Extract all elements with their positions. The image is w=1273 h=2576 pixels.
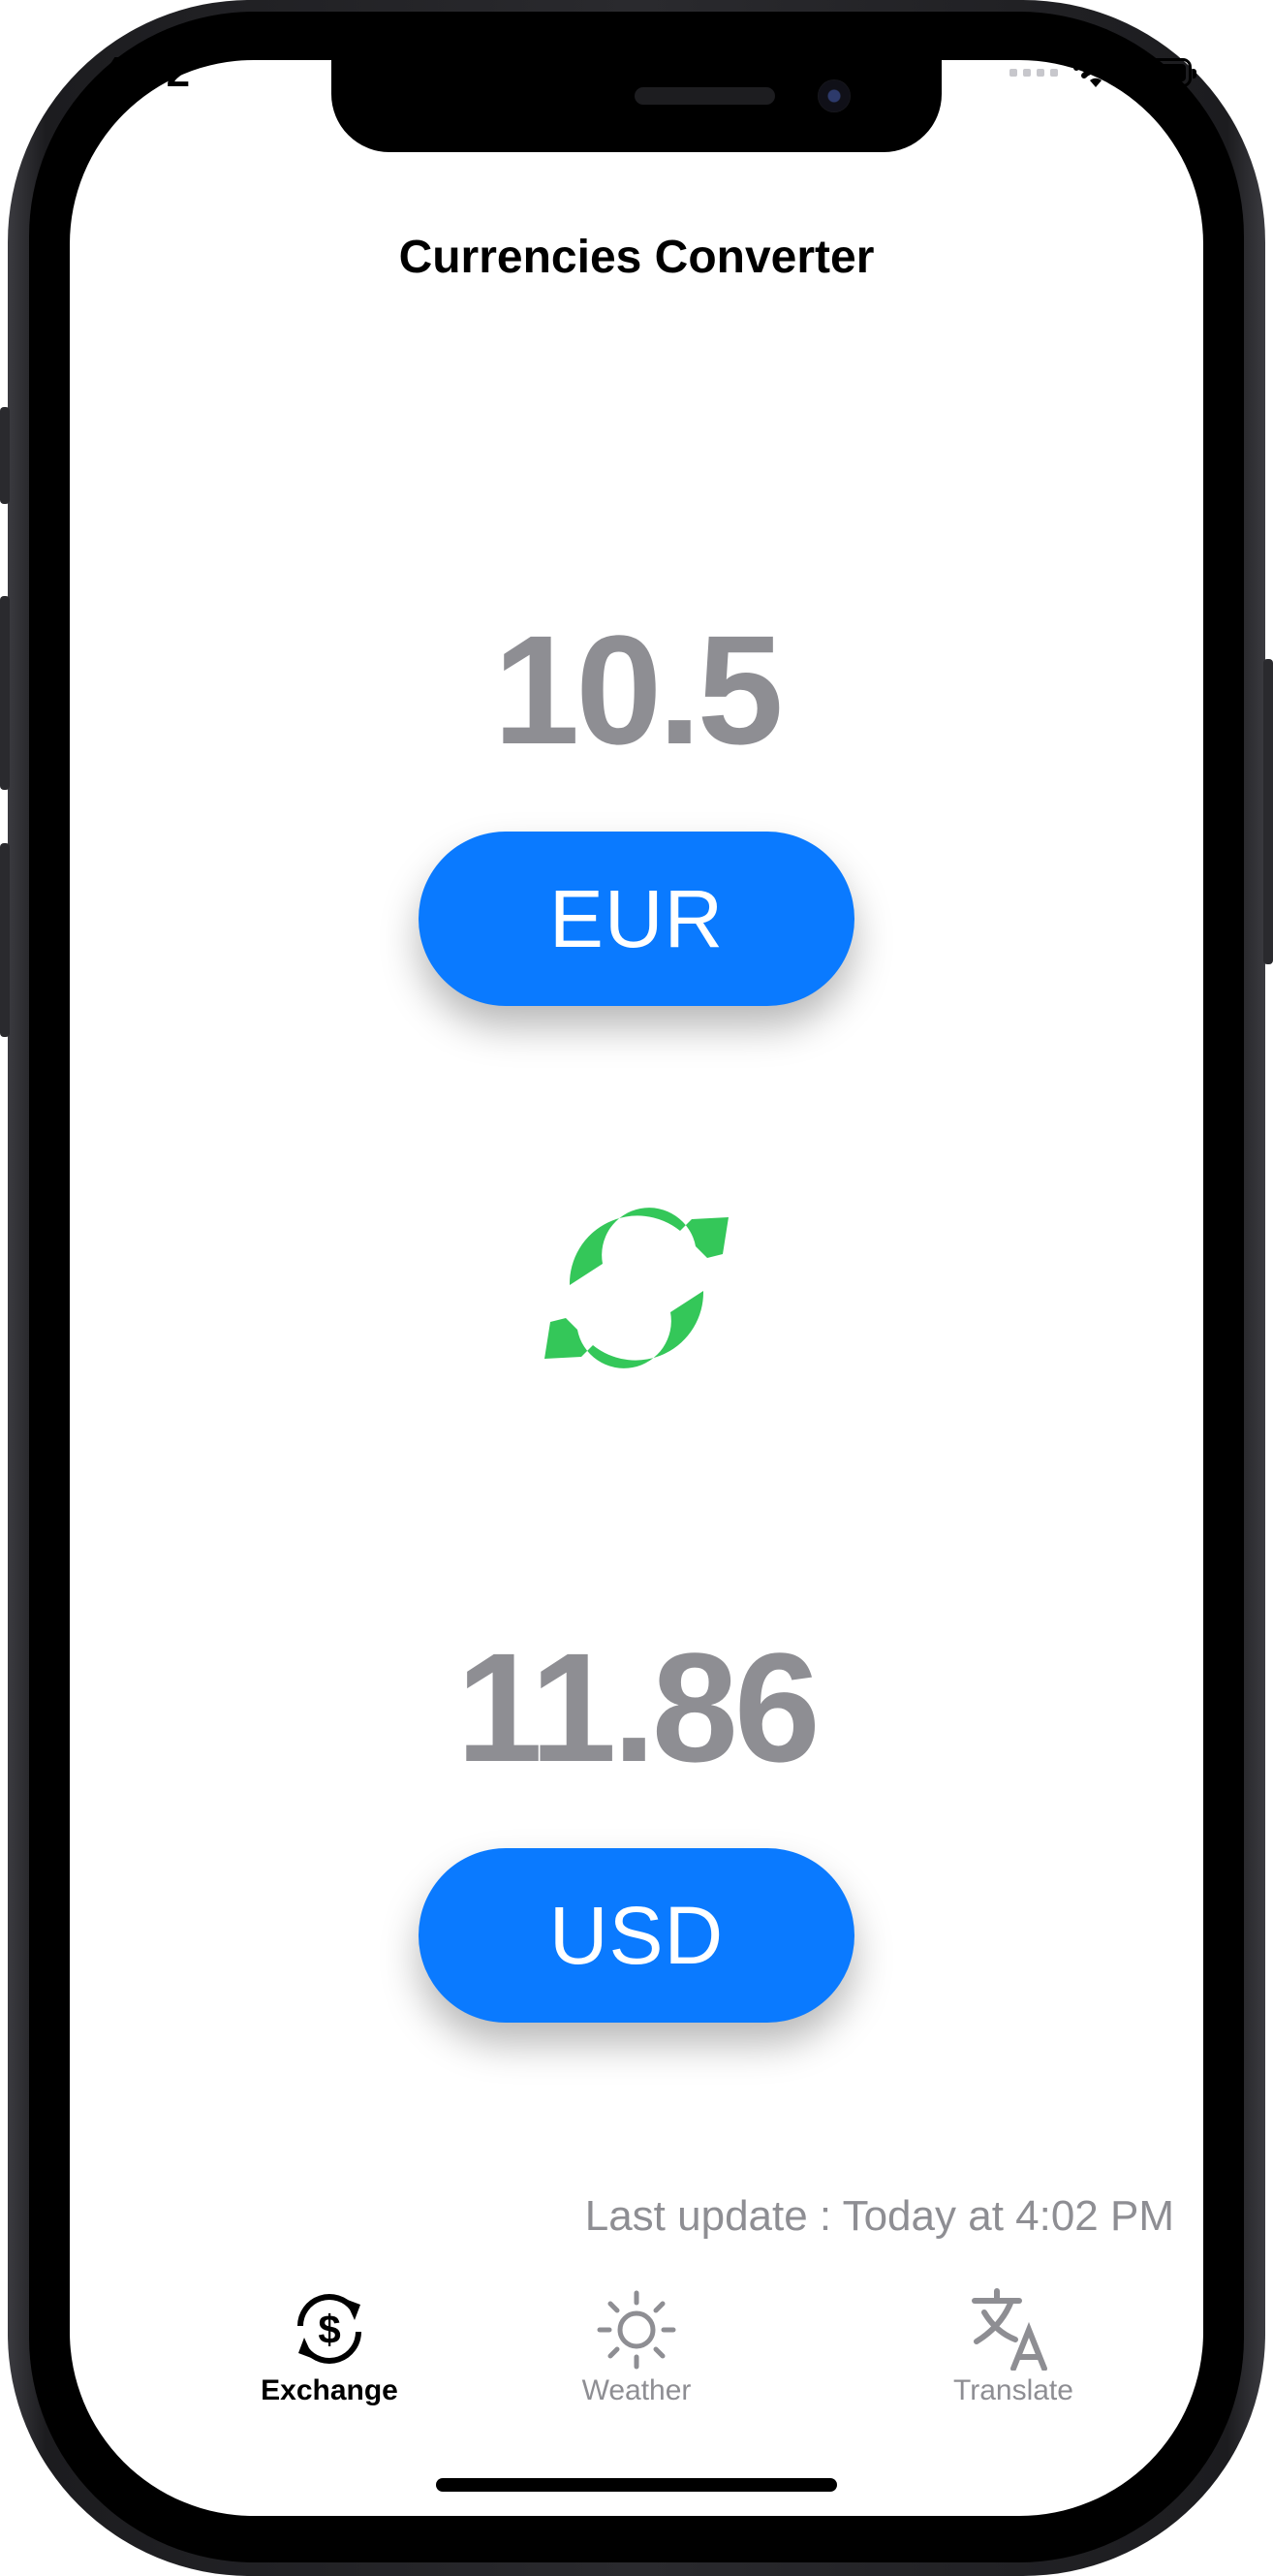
tab-exchange[interactable]: $ Exchange: [184, 2278, 475, 2423]
tab-exchange-label: Exchange: [261, 2374, 398, 2406]
status-indicators: [1009, 56, 1196, 89]
from-amount[interactable]: 10.5: [0, 601, 1273, 779]
mute-switch: [0, 407, 10, 504]
battery-icon: [1133, 58, 1196, 87]
volume-down-button: [0, 843, 10, 1037]
sun-icon: [597, 2290, 676, 2370]
status-time: 4:02: [102, 48, 192, 96]
swap-currencies-button[interactable]: [539, 1190, 734, 1386]
home-indicator[interactable]: [436, 2478, 837, 2492]
last-update-text: Last update : Today at 4:02 PM: [584, 2192, 1174, 2240]
swap-arrows-icon: [544, 1208, 729, 1368]
to-amount: 11.86: [456, 1620, 821, 1794]
notch: [331, 60, 942, 152]
speaker-grille: [635, 87, 775, 105]
tab-translate-label: Translate: [953, 2374, 1073, 2406]
from-currency-button[interactable]: EUR: [419, 832, 854, 1006]
tab-bar: $ Exchange Weather Translate: [70, 2278, 1203, 2423]
page-title: Currencies Converter: [398, 232, 875, 283]
cellular-signal-icon: [1009, 69, 1058, 77]
svg-text:$: $: [318, 2307, 340, 2352]
tab-weather-label: Weather: [581, 2374, 692, 2406]
front-camera: [818, 79, 851, 112]
translate-icon: [972, 2288, 1047, 2371]
exchange-dollar-icon: $: [297, 2294, 361, 2364]
to-currency-button[interactable]: USD: [419, 1848, 854, 2023]
tab-translate[interactable]: Translate: [868, 2278, 1159, 2423]
wifi-icon: [1073, 56, 1118, 87]
tab-weather[interactable]: Weather: [491, 2278, 782, 2423]
